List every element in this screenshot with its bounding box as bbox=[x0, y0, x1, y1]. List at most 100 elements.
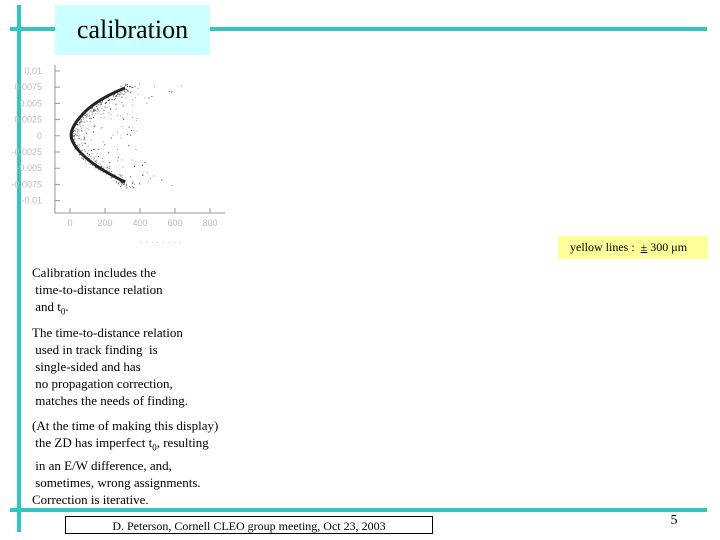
scatter-point bbox=[96, 161, 98, 163]
scatter-point bbox=[125, 91, 127, 93]
scatter-point bbox=[127, 90, 129, 92]
scatter-point bbox=[142, 174, 144, 176]
x-tick-label: 400 bbox=[132, 218, 147, 228]
slide-title: calibration bbox=[55, 5, 210, 55]
scatter-point bbox=[131, 117, 133, 119]
scatter-point bbox=[146, 172, 148, 174]
y-tick-label: -0.005 bbox=[16, 163, 42, 173]
scatter-point bbox=[117, 95, 119, 97]
scatter-point bbox=[81, 142, 83, 144]
scatter-point bbox=[161, 179, 163, 181]
scatter-point bbox=[125, 89, 127, 91]
scatter-point bbox=[109, 166, 110, 168]
scatter-point bbox=[120, 183, 122, 185]
scatter-point bbox=[79, 154, 81, 156]
scatter-point bbox=[83, 136, 85, 138]
scatter-point bbox=[73, 131, 75, 132]
scatter-point bbox=[74, 129, 76, 131]
scatter-point bbox=[88, 128, 90, 130]
scatter-point bbox=[98, 148, 100, 150]
scatter-point bbox=[105, 103, 107, 105]
scatter-point bbox=[100, 113, 102, 115]
footer: D. Peterson, Cornell CLEO group meeting,… bbox=[65, 516, 433, 534]
scatter-point bbox=[103, 117, 105, 119]
scatter-point bbox=[153, 175, 155, 177]
y-tick-label: 0.0025 bbox=[14, 115, 42, 125]
y-tick-label: 0.005 bbox=[19, 98, 42, 108]
y-tick-label: 0.01 bbox=[24, 66, 42, 76]
scatter-point bbox=[98, 163, 100, 165]
y-tick-label: -0.0075 bbox=[11, 179, 42, 189]
scatter-point bbox=[123, 93, 125, 95]
scatter-point bbox=[105, 102, 107, 103]
scatter-point bbox=[120, 86, 121, 87]
scatter-point bbox=[130, 134, 132, 136]
scatter-point bbox=[122, 117, 124, 119]
scatter-point bbox=[109, 170, 110, 172]
scatter-point bbox=[101, 101, 103, 103]
scatter-point bbox=[121, 183, 123, 184]
scatter-point bbox=[102, 127, 104, 129]
scatter-point bbox=[121, 93, 123, 95]
x-tick-label: 600 bbox=[167, 218, 182, 228]
scatter-point bbox=[144, 97, 146, 99]
scatter-point bbox=[89, 111, 91, 113]
scatter-point bbox=[126, 185, 127, 187]
scatter-point bbox=[73, 135, 75, 137]
scatter-point bbox=[116, 148, 118, 150]
scatter-point bbox=[129, 176, 131, 178]
scatter-point bbox=[106, 167, 108, 169]
scatter-point bbox=[117, 93, 119, 95]
scatter-point bbox=[93, 110, 95, 112]
scatter-point bbox=[102, 161, 104, 162]
scatter-point bbox=[120, 137, 122, 139]
scatter-point bbox=[139, 183, 141, 185]
scatter-point bbox=[123, 183, 125, 185]
scatter-point bbox=[104, 105, 106, 107]
scatter-point bbox=[101, 166, 103, 168]
scatter-point bbox=[89, 118, 90, 119]
scatter-point bbox=[91, 113, 93, 115]
scatter-point bbox=[95, 156, 97, 158]
scatter-point bbox=[79, 120, 81, 122]
scatter-point bbox=[103, 109, 105, 111]
scatter-point bbox=[118, 94, 120, 95]
scatter-point bbox=[73, 138, 75, 140]
title-text: calibration bbox=[76, 15, 189, 44]
scatter-point bbox=[87, 152, 89, 154]
y-tick-label: -0.0025 bbox=[11, 147, 42, 157]
scatter-point bbox=[97, 112, 99, 114]
scatter-point bbox=[171, 91, 173, 93]
scatter-point bbox=[93, 157, 95, 159]
scatter-point bbox=[93, 149, 95, 151]
scatter-point bbox=[116, 114, 118, 116]
scatter-point bbox=[110, 177, 112, 179]
scatter-point bbox=[90, 139, 92, 141]
scatter-point bbox=[110, 118, 112, 120]
scatter-point bbox=[84, 130, 86, 132]
scatter-point bbox=[151, 96, 153, 98]
scatter-point bbox=[81, 121, 83, 123]
scatter-point bbox=[81, 130, 83, 132]
scatter-point bbox=[114, 98, 116, 100]
paragraph-calibration: Calibration includes the time-to-distanc… bbox=[32, 265, 163, 317]
scatter-point bbox=[79, 123, 81, 125]
scatter-point bbox=[131, 159, 133, 161]
x-axis-label: · · · · · · · · bbox=[140, 237, 181, 247]
scatter-point bbox=[106, 107, 108, 108]
y-tick-label: 0 bbox=[37, 131, 42, 141]
scatter-point bbox=[132, 182, 134, 184]
scatter-point bbox=[88, 155, 90, 157]
scatter-point bbox=[110, 137, 112, 139]
scatter-point bbox=[102, 172, 104, 173]
scatter-point bbox=[75, 130, 77, 132]
calibration-curve bbox=[69, 86, 126, 184]
scatter-point bbox=[132, 99, 134, 101]
scatter-point bbox=[121, 159, 123, 161]
scatter-point bbox=[117, 182, 119, 184]
scatter-point bbox=[79, 122, 81, 124]
scatter-point bbox=[108, 112, 110, 114]
scatter-point bbox=[115, 108, 117, 110]
scatter-point bbox=[107, 97, 109, 99]
scatter-point bbox=[150, 177, 151, 179]
